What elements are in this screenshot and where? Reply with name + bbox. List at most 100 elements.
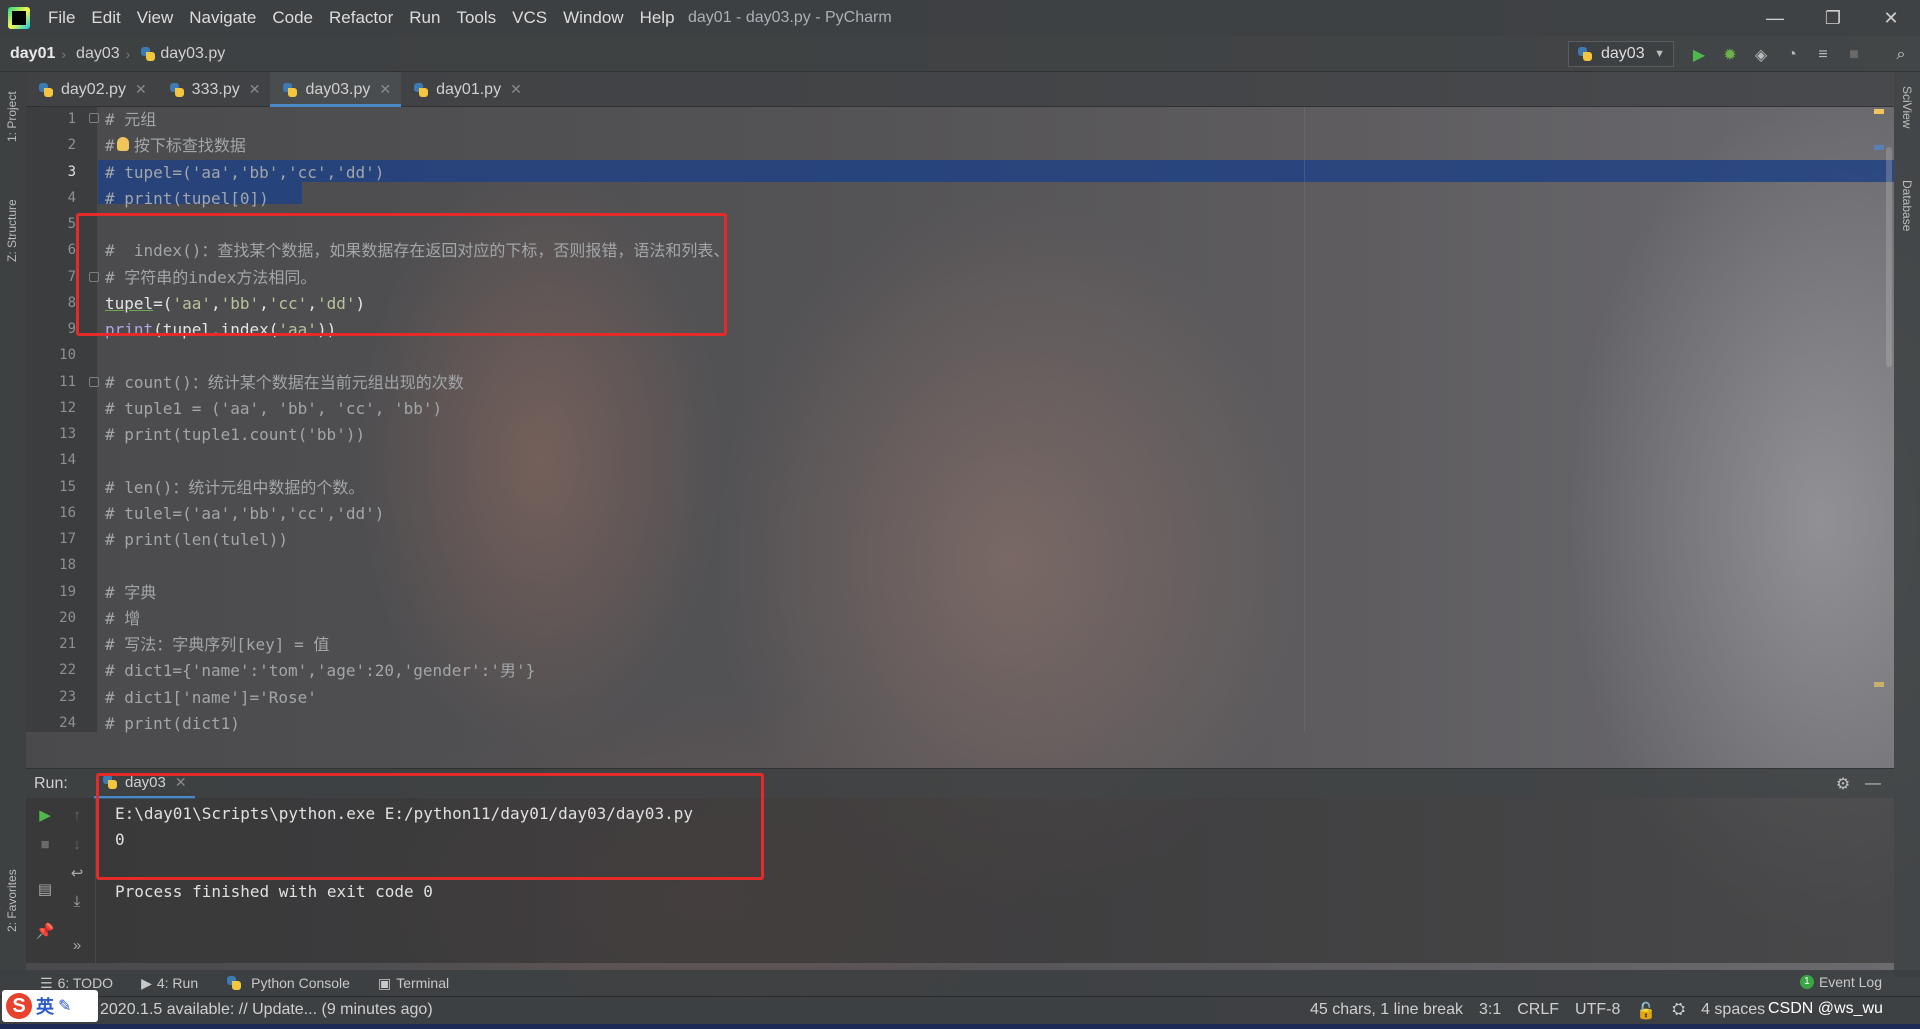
- soft-wrap-icon[interactable]: ↩: [66, 862, 88, 884]
- code-editor[interactable]: 1 2 3 4 5 6 7 8 9 10 11 12 13 14 15 16 1…: [26, 107, 1894, 733]
- breadcrumb-folder[interactable]: day03: [66, 45, 126, 63]
- python-file-icon: [282, 82, 298, 98]
- hide-panel-icon[interactable]: —: [1862, 773, 1884, 795]
- close-icon[interactable]: ✕: [249, 81, 261, 98]
- concurrency-icon[interactable]: ≡: [1812, 44, 1834, 66]
- menu-vcs[interactable]: VCS: [504, 0, 555, 36]
- breadcrumb-file[interactable]: day03.py: [130, 45, 231, 63]
- arrow-up-icon[interactable]: ↑: [66, 804, 88, 826]
- line-number: 11: [59, 374, 76, 390]
- run-tool-button[interactable]: ▶ 4: Run: [127, 975, 212, 992]
- gear-icon[interactable]: ⚙: [1832, 773, 1854, 795]
- database-tool-button[interactable]: Database: [1900, 180, 1914, 231]
- selection-marker[interactable]: [1874, 145, 1884, 150]
- warning-marker[interactable]: [1874, 109, 1884, 114]
- tab-333[interactable]: 333.py ✕: [157, 72, 271, 107]
- close-button[interactable]: ✕: [1862, 0, 1920, 36]
- tab-label: day03.py: [305, 80, 371, 98]
- watermark: CSDN @ws_wu: [1768, 1000, 1883, 1017]
- python-console-label: Python Console: [251, 975, 350, 991]
- close-icon[interactable]: ✕: [379, 81, 391, 98]
- coverage-icon[interactable]: ◈: [1750, 44, 1772, 66]
- selection-info[interactable]: 45 chars, 1 line break: [1310, 1001, 1463, 1021]
- indent-info[interactable]: 4 spaces: [1701, 1001, 1765, 1021]
- todo-tool-button[interactable]: ☰ 6: TODO: [26, 975, 127, 992]
- line-number: 12: [59, 400, 76, 416]
- scrollbar-thumb[interactable]: [1886, 147, 1892, 367]
- pen-icon[interactable]: ✎: [58, 996, 71, 1016]
- favorites-tool-button[interactable]: 2: Favorites: [5, 869, 19, 932]
- line-number: 4: [67, 190, 76, 206]
- tab-day01[interactable]: day01.py ✕: [401, 72, 532, 107]
- minimize-button[interactable]: —: [1746, 0, 1804, 36]
- fold-icon[interactable]: [89, 377, 99, 387]
- menu-navigate[interactable]: Navigate: [181, 0, 264, 36]
- file-encoding[interactable]: UTF-8: [1575, 1001, 1620, 1021]
- code-line: # dict1={'name':'tom','age':20,'gender':…: [105, 661, 536, 680]
- stop-icon[interactable]: ■: [1843, 44, 1865, 66]
- project-tool-button[interactable]: 1: Project: [5, 91, 19, 142]
- editor-tabs: day02.py ✕ 333.py ✕ day03.py ✕ day01.py …: [26, 72, 1894, 107]
- menu-window[interactable]: Window: [555, 0, 631, 36]
- event-log-label: Event Log: [1818, 974, 1882, 990]
- tab-day02[interactable]: day02.py ✕: [26, 72, 157, 107]
- git-icon[interactable]: ⛭: [1672, 1001, 1685, 1021]
- pycharm-logo-icon: [8, 7, 30, 29]
- terminal-tool-button[interactable]: ▣ Terminal: [364, 975, 463, 992]
- run-configuration-select[interactable]: day03 ▼: [1568, 41, 1674, 67]
- caret-position[interactable]: 3:1: [1479, 1001, 1501, 1021]
- warning-marker[interactable]: [1874, 682, 1884, 687]
- menu-run[interactable]: Run: [401, 0, 448, 36]
- line-number: 1: [67, 111, 76, 127]
- arrow-down-icon[interactable]: ↓: [66, 833, 88, 855]
- line-separator[interactable]: CRLF: [1517, 1001, 1559, 1021]
- right-tool-strip: SciView Database: [1894, 72, 1920, 977]
- menu-code[interactable]: Code: [264, 0, 321, 36]
- line-number: 22: [59, 662, 76, 678]
- run-toolbar: ▶ ↑ ■ ↓ ↩ ▤ ⤓ 📌 »: [26, 798, 96, 963]
- chevron-down-icon: ▼: [1654, 48, 1665, 60]
- ime-toolbar[interactable]: S 英 ✎: [2, 990, 98, 1022]
- event-log-button[interactable]: 1 Event Log: [1799, 974, 1882, 990]
- python-file-icon: [169, 82, 185, 98]
- menu-refactor[interactable]: Refactor: [321, 0, 401, 36]
- search-icon[interactable]: ⌕: [1890, 44, 1912, 66]
- debug-icon[interactable]: ✹: [1719, 44, 1741, 66]
- menu-tools[interactable]: Tools: [448, 0, 504, 36]
- lock-icon[interactable]: 🔓: [1636, 1001, 1656, 1021]
- rerun-icon[interactable]: ▶: [34, 804, 56, 826]
- line-number: 16: [59, 505, 76, 521]
- code-line: # 按下标查找数据: [105, 136, 246, 155]
- layout-icon[interactable]: ▤: [34, 878, 56, 900]
- status-message[interactable]: 2020.1.5 available: // Update... (9 minu…: [100, 1001, 433, 1019]
- sciview-tool-button[interactable]: SciView: [1900, 86, 1914, 128]
- line-number: 23: [59, 689, 76, 705]
- scroll-to-end-icon[interactable]: ⤓: [66, 890, 88, 912]
- python-console-tool-button[interactable]: Python Console: [212, 975, 364, 991]
- editor-scrollbar[interactable]: [1884, 107, 1894, 732]
- menu-help[interactable]: Help: [632, 0, 683, 36]
- structure-tool-button[interactable]: Z: Structure: [5, 199, 19, 262]
- event-count-badge: 1: [1799, 975, 1814, 989]
- tab-day03[interactable]: day03.py ✕: [270, 72, 402, 107]
- terminal-label: Terminal: [396, 975, 450, 991]
- line-number-gutter: 1 2 3 4 5 6 7 8 9 10 11 12 13 14 15 16 1…: [26, 107, 98, 732]
- run-console[interactable]: ▶ ↑ ■ ↓ ↩ ▤ ⤓ 📌 » E:\day01\Scripts\pytho…: [26, 773, 1894, 963]
- line-number: 8: [67, 295, 76, 311]
- ime-language[interactable]: 英: [36, 993, 54, 1019]
- breadcrumb-project[interactable]: day01: [0, 45, 61, 63]
- code-line: # tuple1 = ('aa', 'bb', 'cc', 'bb'): [105, 399, 443, 418]
- pin-icon[interactable]: 📌: [34, 920, 56, 942]
- close-icon[interactable]: ✕: [510, 81, 522, 98]
- fold-icon[interactable]: [89, 113, 99, 123]
- stop-icon[interactable]: ■: [34, 833, 56, 855]
- menu-edit[interactable]: Edit: [83, 0, 128, 36]
- code-line: # print(len(tulel)): [105, 530, 289, 549]
- more-icon[interactable]: »: [66, 934, 88, 956]
- close-icon[interactable]: ✕: [135, 81, 147, 98]
- restore-button[interactable]: ❐: [1804, 0, 1862, 36]
- menu-view[interactable]: View: [129, 0, 182, 36]
- profile-icon[interactable]: ◔: [1781, 44, 1803, 66]
- menu-file[interactable]: File: [40, 0, 83, 36]
- run-icon[interactable]: ▶: [1688, 44, 1710, 66]
